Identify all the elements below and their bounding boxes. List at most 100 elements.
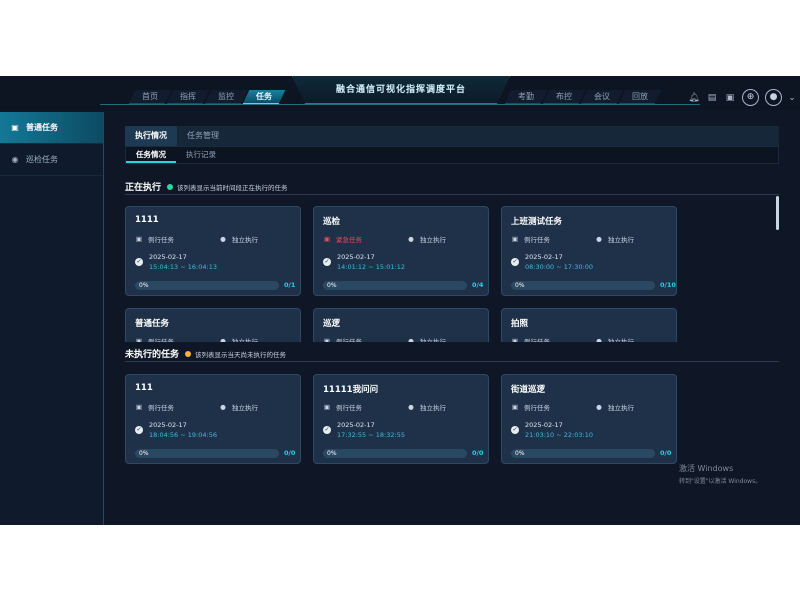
target-icon: ◉ (11, 154, 19, 164)
nav-tasks[interactable]: 任务 (242, 90, 286, 104)
task-card[interactable]: 巡逻 ▣ 例行任务 ● 独立执行 (313, 308, 489, 342)
nav-playback[interactable]: 回放 (618, 90, 662, 104)
progress-bar: 0% (135, 281, 279, 290)
task-date: 2025-02-17 (149, 253, 187, 261)
user-icon[interactable]: ● (765, 89, 782, 106)
progress-bar: 0% (323, 449, 467, 458)
execution-mode-label: 独立执行 (232, 404, 258, 412)
task-type-label: 例行任务 (336, 404, 362, 412)
task-type: ▣ 例行任务 (511, 336, 550, 342)
task-title: 街道巡逻 (511, 385, 546, 395)
execution-mode: ● 独立执行 (407, 336, 446, 342)
sidebar-item-normal-tasks[interactable]: ▣ 普通任务 (0, 112, 103, 144)
progress-bar: 0% (511, 281, 655, 290)
nav-home[interactable]: 首页 (128, 90, 172, 104)
watermark-subtitle: 转到"设置"以激活 Windows。 (679, 478, 762, 485)
progress-count: 0/0 (660, 449, 672, 457)
task-meta-row: ▣ 例行任务 ● 独立执行 (135, 336, 295, 342)
task-card[interactable]: 111 ▣ 例行任务 ● 独立执行 ✓ 2025-02-17 18:04:56 ~ 19:04… (125, 374, 301, 464)
task-time-range: 15:04:13 ~ 16:04:13 (149, 263, 217, 271)
top-header: 首页 指挥 监控 任务 融合通信可视化指挥调度平台 考勤 布控 会议 回放 🔔︎… (0, 76, 800, 110)
task-type: ▣ 紧急任务 (323, 234, 362, 244)
clipboard-icon: ▣ (511, 337, 519, 342)
task-time-range: 08:30:00 ~ 17:30:00 (525, 263, 593, 271)
clipboard-icon: ▣ (135, 403, 143, 411)
pending-section-note: 该列表显示当天尚未执行的任务 (195, 350, 287, 359)
nav-meeting[interactable]: 会议 (580, 90, 624, 104)
pending-section-title: 未执行的任务 (125, 350, 180, 360)
task-card[interactable]: 巡检 ▣ 紧急任务 ● 独立执行 ✓ 2025-02-17 14:01:12 ~ 15:01:… (313, 206, 489, 296)
task-type-label: 例行任务 (148, 404, 174, 412)
task-meta-row: ▣ 例行任务 ● 独立执行 (511, 234, 671, 244)
window-icon[interactable]: ▣ (724, 92, 736, 104)
task-title: 巡检 (323, 217, 341, 227)
nav-left: 首页 指挥 监控 任务 (128, 90, 286, 104)
nav-right: 考勤 布控 会议 回放 (504, 90, 662, 104)
progress-count: 0/0 (472, 449, 484, 457)
status-dot (167, 183, 174, 190)
compass-icon[interactable]: ⊕ (742, 89, 759, 106)
tab-task-status[interactable]: 任务情况 (126, 147, 176, 163)
task-schedule: ✓ 2025-02-17 14:01:12 ~ 15:01:12 (323, 253, 483, 273)
progress-count: 0/0 (284, 449, 296, 457)
task-time-range: 18:04:56 ~ 19:04:56 (149, 431, 217, 439)
scrollbar[interactable] (776, 196, 779, 230)
clipboard-icon: ▣ (511, 403, 519, 411)
check-circle-icon: ✓ (135, 426, 143, 434)
task-card[interactable]: 街道巡逻 ▣ 例行任务 ● 独立执行 ✓ 2025-02-17 21:03:10 ~ 22:0… (501, 374, 677, 464)
task-title: 拍照 (511, 319, 529, 329)
execution-mode-label: 独立执行 (232, 236, 258, 244)
task-card[interactable]: 11111我问问 ▣ 例行任务 ● 独立执行 ✓ 2025-02-17 17:32:55 ~ … (313, 374, 489, 464)
execution-mode: ● 独立执行 (595, 336, 634, 342)
task-card[interactable]: 普通任务 ▣ 例行任务 ● 独立执行 (125, 308, 301, 342)
nav-command[interactable]: 指挥 (166, 90, 210, 104)
execution-mode: ● 独立执行 (219, 336, 258, 342)
nav-deploy[interactable]: 布控 (542, 90, 586, 104)
person-icon: ● (220, 235, 226, 243)
tab-execution-status[interactable]: 执行情况 (125, 126, 177, 146)
task-title: 1111 (135, 215, 159, 225)
person-icon: ● (220, 403, 226, 411)
bell-icon[interactable]: 🔔︎ (688, 92, 700, 104)
task-card[interactable]: 上班测试任务 ▣ 例行任务 ● 独立执行 ✓ 2025-02-17 08:30:00 ~ 17… (501, 206, 677, 296)
task-time-range: 14:01:12 ~ 15:01:12 (337, 263, 405, 271)
tab-execution-log[interactable]: 执行记录 (176, 147, 226, 163)
task-type: ▣ 例行任务 (511, 234, 550, 244)
task-title: 普通任务 (135, 319, 170, 329)
task-card[interactable]: 1111 ▣ 例行任务 ● 独立执行 ✓ 2025-02-17 15:04:13 ~ 16:0… (125, 206, 301, 296)
progress-bar: 0% (135, 449, 279, 458)
app-title-banner: 融合通信可视化指挥调度平台 (292, 76, 510, 104)
windows-activation-watermark: 激活 Windows 转到"设置"以激活 Windows。 (679, 463, 761, 485)
execution-mode-label: 独立执行 (420, 404, 446, 412)
progress-label: 0% (515, 282, 525, 289)
pending-task-list: 111 ▣ 例行任务 ● 独立执行 ✓ 2025-02-17 18:04:56 ~ 19:04… (125, 374, 773, 474)
progress-label: 0% (139, 450, 149, 457)
nav-monitor[interactable]: 监控 (204, 90, 248, 104)
clipboard-icon: ▣ (323, 235, 331, 243)
task-schedule: ✓ 2025-02-17 18:04:56 ~ 19:04:56 (135, 421, 295, 441)
task-date: 2025-02-17 (337, 421, 375, 429)
tab-task-management[interactable]: 任务管理 (177, 126, 229, 146)
execution-mode: ● 独立执行 (407, 234, 446, 244)
execution-mode: ● 独立执行 (595, 234, 634, 244)
running-section-header: 正在执行 该列表显示当前时间段正在执行的任务 (125, 179, 779, 195)
chevron-down-icon[interactable]: ⌄ (788, 92, 796, 104)
sidebar-item-inspection-tasks[interactable]: ◉ 巡检任务 (0, 144, 103, 176)
person-icon: ● (408, 337, 414, 342)
task-date: 2025-02-17 (149, 421, 187, 429)
person-icon: ● (596, 337, 602, 342)
panel-icon[interactable]: ▤ (706, 92, 718, 104)
task-type: ▣ 例行任务 (323, 336, 362, 342)
progress-label: 0% (327, 282, 337, 289)
task-type: ▣ 例行任务 (135, 402, 174, 412)
clipboard-icon: ▣ (323, 403, 331, 411)
person-icon: ● (596, 235, 602, 243)
task-schedule: ✓ 2025-02-17 15:04:13 ~ 16:04:13 (135, 253, 295, 273)
task-meta-row: ▣ 例行任务 ● 独立执行 (511, 336, 671, 342)
nav-attendance[interactable]: 考勤 (504, 90, 548, 104)
task-type-label: 例行任务 (524, 338, 550, 342)
clipboard-icon: ▣ (511, 235, 519, 243)
progress-count: 0/1 (284, 281, 296, 289)
task-card[interactable]: 拍照 ▣ 例行任务 ● 独立执行 (501, 308, 677, 342)
task-meta-row: ▣ 例行任务 ● 独立执行 (323, 402, 483, 412)
